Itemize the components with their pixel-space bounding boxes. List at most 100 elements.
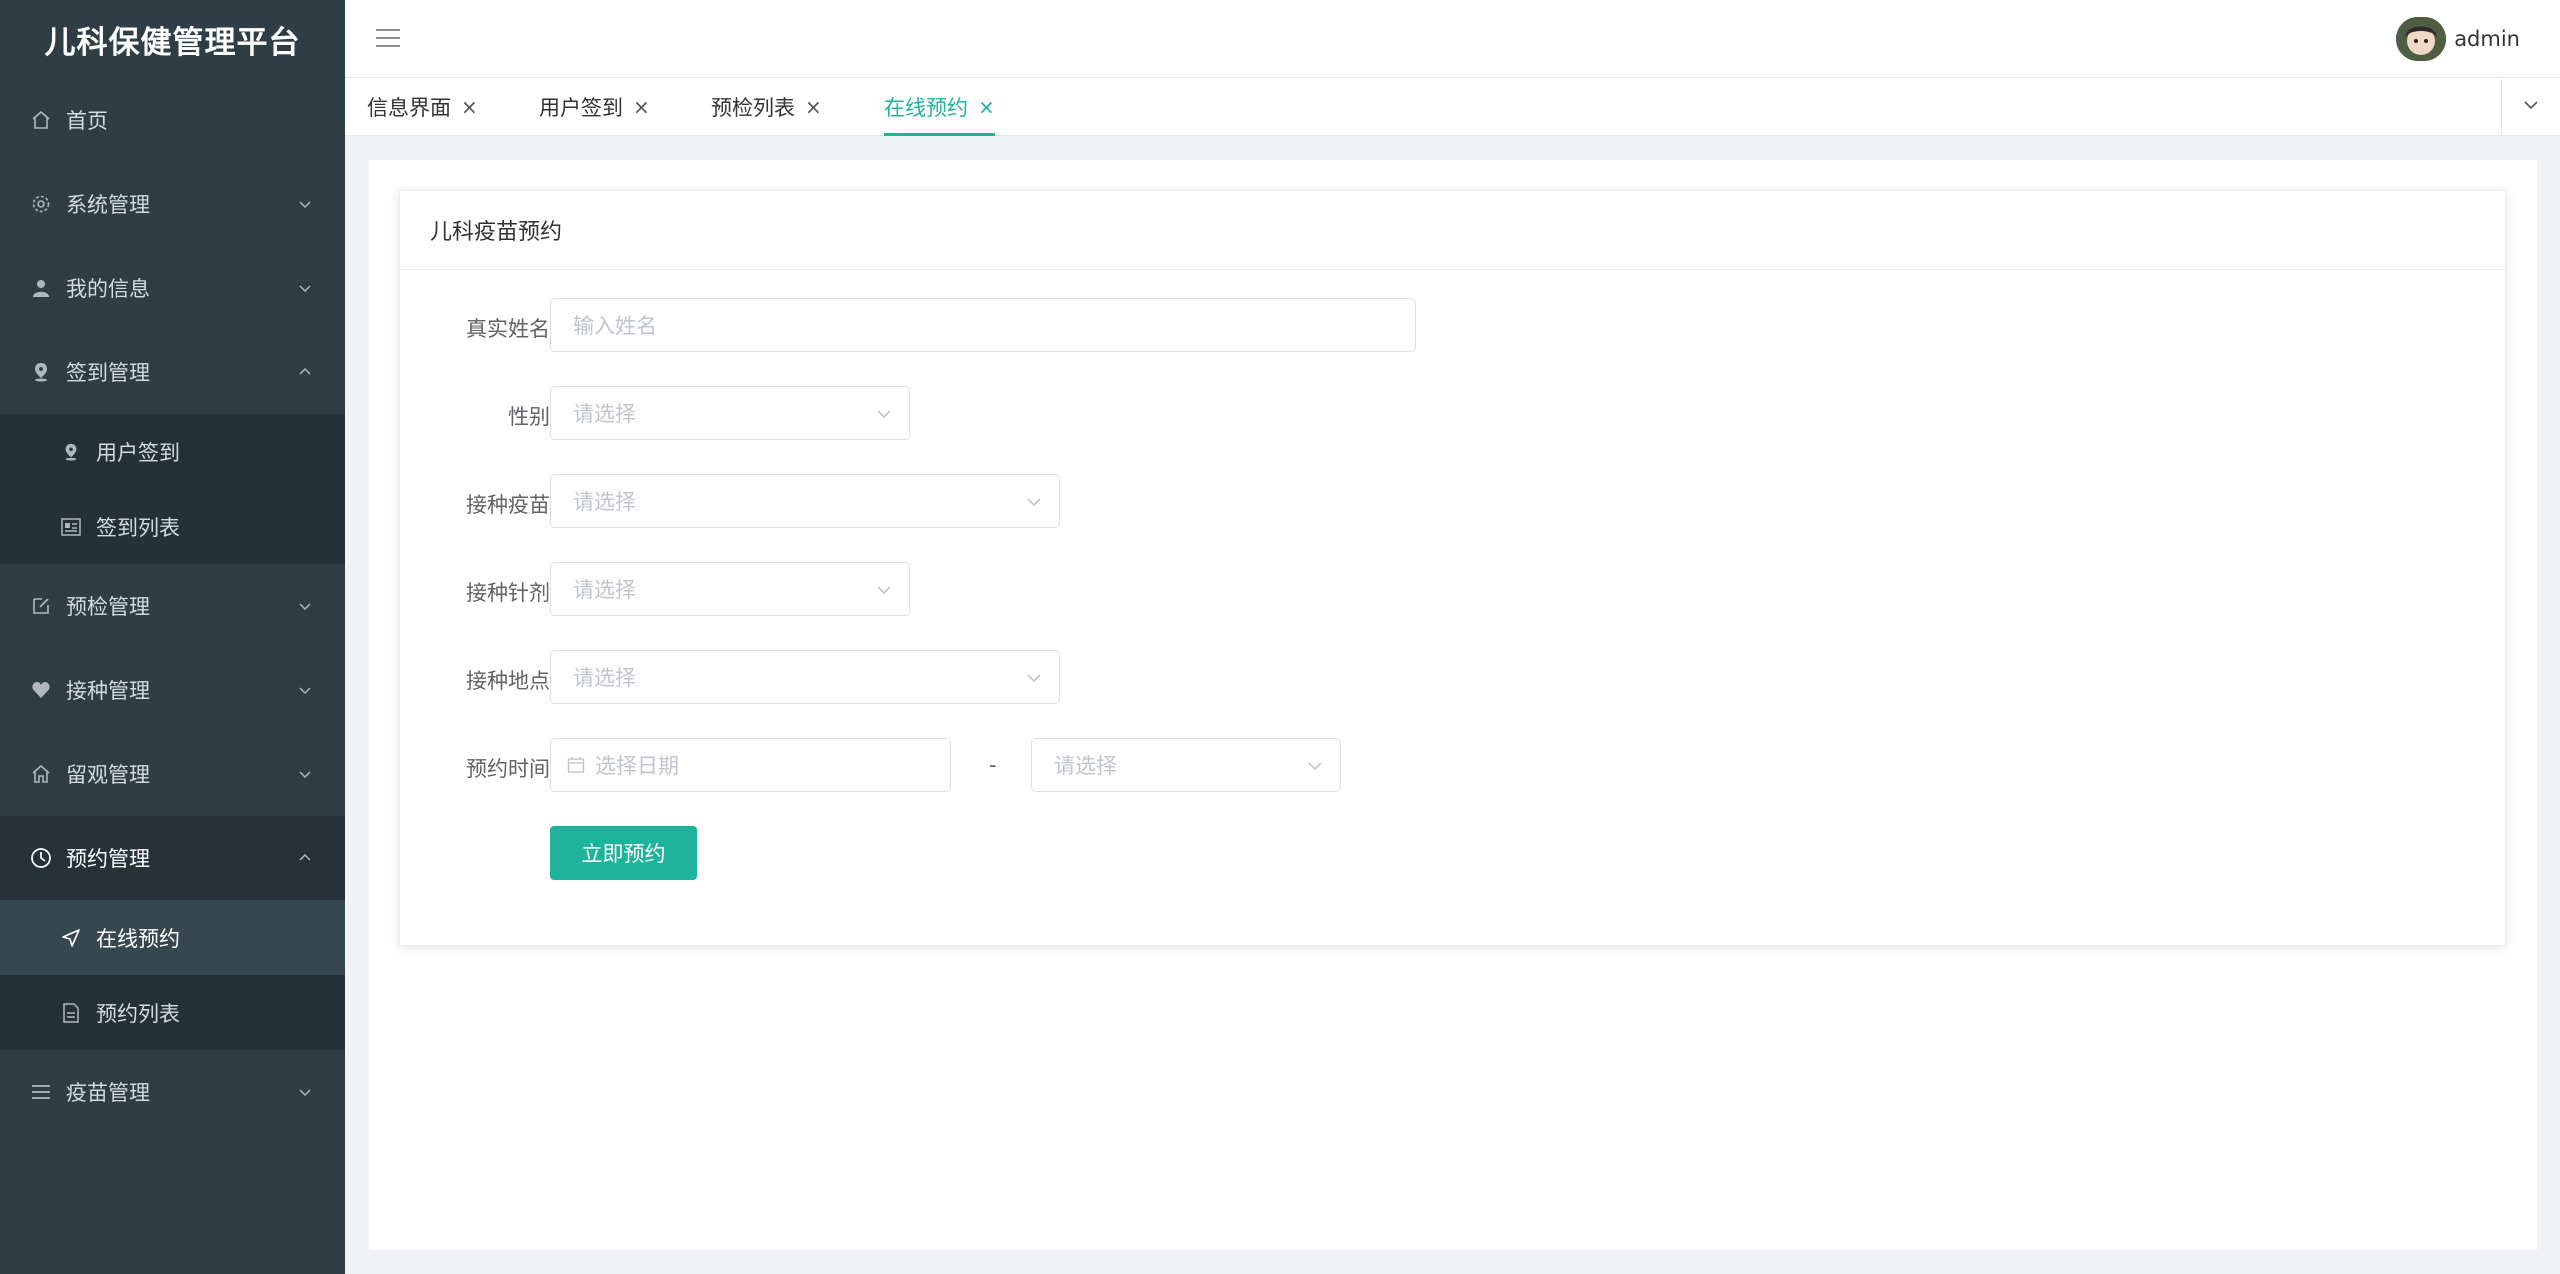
sidebar-item-vaccination[interactable]: 接种管理	[0, 648, 345, 732]
home-icon	[30, 109, 52, 131]
location-label: 接种地点	[466, 669, 550, 693]
range-separator: -	[989, 753, 997, 777]
sidebar-item-system[interactable]: 系统管理	[0, 162, 345, 246]
date-picker[interactable]: 选择日期	[550, 738, 951, 792]
sidebar-subitem-checkin-list[interactable]: 签到列表	[0, 489, 345, 564]
location-select[interactable]: 请选择	[550, 650, 1060, 704]
calendar-icon	[567, 756, 585, 774]
sidebar-item-label: 留观管理	[66, 763, 150, 787]
main-content: 儿科疫苗预约 真实姓名 输入姓名 性别 请选择 接种疫苗 请选择 接种针剂 请选…	[369, 160, 2537, 1250]
name-input[interactable]: 输入姓名	[550, 298, 1416, 352]
chevron-down-icon	[1306, 756, 1324, 774]
sidebar-item-precheck[interactable]: 预检管理	[0, 564, 345, 648]
user-icon	[30, 277, 52, 299]
edit-icon	[30, 595, 52, 617]
sidebar-item-label: 我的信息	[66, 277, 150, 301]
chevron-down-icon	[297, 280, 313, 296]
location-pin-icon	[60, 441, 82, 463]
chevron-down-icon	[1025, 668, 1043, 686]
sidebar-item-label: 签到管理	[66, 361, 150, 385]
clock-icon	[30, 847, 52, 869]
dose-label: 接种针剂	[466, 581, 550, 605]
sidebar-item-label: 预约列表	[96, 1001, 180, 1026]
tab-precheck-list[interactable]: 预检列表 ×	[711, 78, 822, 136]
tab-online-appointment[interactable]: 在线预约 ×	[884, 78, 995, 136]
chevron-down-icon	[875, 404, 893, 422]
gear-icon	[30, 193, 52, 215]
sidebar-item-label: 在线预约	[96, 926, 180, 951]
placeholder: 请选择	[573, 578, 636, 602]
avatar	[2396, 17, 2447, 61]
location-pin-icon	[30, 361, 52, 383]
tab-label: 信息界面	[367, 96, 451, 120]
sidebar-item-label: 预约管理	[66, 847, 150, 871]
tab-label: 用户签到	[539, 96, 623, 120]
placeholder: 输入姓名	[573, 314, 657, 338]
top-header: admin	[345, 0, 2560, 78]
sidebar-item-observation[interactable]: 留观管理	[0, 732, 345, 816]
time-slot-select[interactable]: 请选择	[1031, 738, 1341, 792]
sidebar-item-label: 首页	[66, 109, 108, 133]
user-menu[interactable]: admin	[2396, 17, 2520, 61]
vaccine-label: 接种疫苗	[466, 493, 550, 517]
close-icon[interactable]: ×	[978, 95, 995, 119]
chevron-down-icon	[297, 598, 313, 614]
chevron-up-icon	[297, 364, 313, 380]
sidebar-subitem-user-checkin[interactable]: 用户签到	[0, 414, 345, 489]
sidebar-item-label: 接种管理	[66, 679, 150, 703]
close-icon[interactable]: ×	[633, 95, 650, 119]
tab-user-checkin[interactable]: 用户签到 ×	[539, 78, 650, 136]
sidebar-item-checkin[interactable]: 签到管理	[0, 330, 345, 414]
send-icon	[60, 927, 82, 949]
heart-icon	[30, 679, 52, 701]
chevron-down-icon	[2522, 96, 2540, 118]
menu-lines-icon	[30, 1081, 52, 1103]
sidebar-item-label: 疫苗管理	[66, 1081, 150, 1105]
sidebar-item-vaccine[interactable]: 疫苗管理	[0, 1050, 345, 1134]
gender-select[interactable]: 请选择	[550, 386, 910, 440]
chevron-down-icon	[875, 580, 893, 598]
house-icon	[30, 763, 52, 785]
time-label: 预约时间	[466, 757, 550, 781]
chevron-down-icon	[297, 1084, 313, 1100]
sidebar-item-appointment[interactable]: 预约管理	[0, 816, 345, 900]
sidebar-item-label: 系统管理	[66, 193, 150, 217]
name-label: 真实姓名	[466, 317, 550, 341]
gender-label: 性别	[508, 405, 550, 429]
sidebar-item-label: 签到列表	[96, 515, 180, 540]
tab-info[interactable]: 信息界面 ×	[367, 78, 478, 136]
sidebar-subitem-appointment-list[interactable]: 预约列表	[0, 975, 345, 1050]
hamburger-menu-icon[interactable]	[375, 26, 401, 52]
placeholder: 请选择	[573, 490, 636, 514]
document-icon	[60, 1002, 82, 1024]
tab-bar: 信息界面 × 用户签到 × 预检列表 × 在线预约 ×	[345, 78, 2560, 136]
sidebar-subitem-online-appointment[interactable]: 在线预约	[0, 900, 345, 975]
card-title: 儿科疫苗预约	[400, 191, 2505, 270]
close-icon[interactable]: ×	[805, 95, 822, 119]
sidebar-item-home[interactable]: 首页	[0, 78, 345, 162]
sidebar-item-label: 用户签到	[96, 440, 180, 465]
appointment-form-card: 儿科疫苗预约 真实姓名 输入姓名 性别 请选择 接种疫苗 请选择 接种针剂 请选…	[399, 190, 2506, 946]
sidebar-item-label: 预检管理	[66, 595, 150, 619]
active-tab-indicator	[884, 133, 995, 136]
list-card-icon	[60, 516, 82, 538]
app-title: 儿科保健管理平台	[44, 24, 301, 61]
chevron-down-icon	[297, 682, 313, 698]
chevron-down-icon	[1025, 492, 1043, 510]
chevron-down-icon	[297, 766, 313, 782]
placeholder: 选择日期	[595, 754, 679, 778]
vaccine-select[interactable]: 请选择	[550, 474, 1060, 528]
tab-label: 在线预约	[884, 96, 968, 120]
close-icon[interactable]: ×	[461, 95, 478, 119]
placeholder: 请选择	[1054, 754, 1117, 778]
submit-appointment-button[interactable]: 立即预约	[550, 826, 697, 880]
sidebar: 儿科保健管理平台 首页 系统管理 我的信息 签到管理 用户签到 签到列表 预检管…	[0, 0, 345, 1274]
chevron-down-icon	[297, 196, 313, 212]
placeholder: 请选择	[573, 402, 636, 426]
user-name: admin	[2454, 27, 2520, 51]
placeholder: 请选择	[573, 666, 636, 690]
sidebar-item-my-info[interactable]: 我的信息	[0, 246, 345, 330]
chevron-up-icon	[297, 850, 313, 866]
dose-select[interactable]: 请选择	[550, 562, 910, 616]
tabs-dropdown-button[interactable]	[2501, 78, 2560, 135]
